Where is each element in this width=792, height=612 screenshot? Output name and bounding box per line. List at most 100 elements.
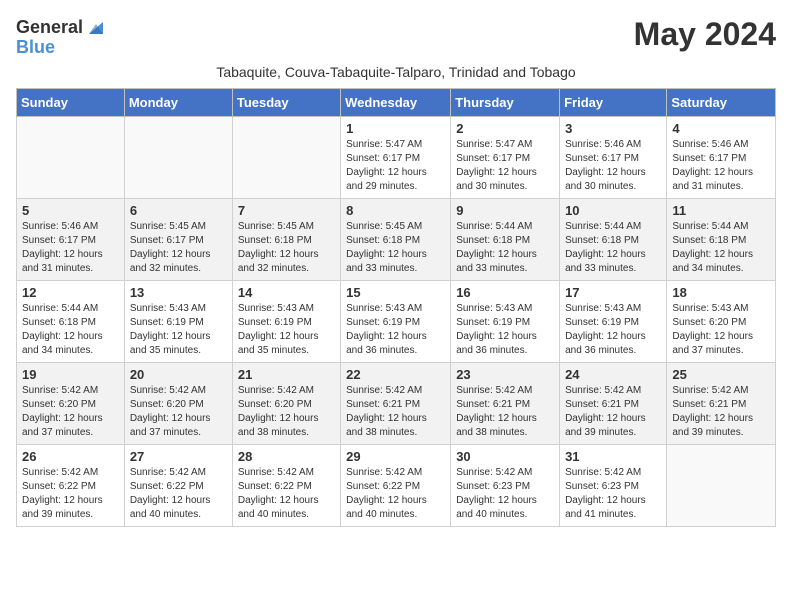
day-number: 18: [672, 285, 770, 300]
calendar-cell: [17, 117, 125, 199]
day-number: 23: [456, 367, 554, 382]
day-number: 16: [456, 285, 554, 300]
day-info: Sunrise: 5:42 AM Sunset: 6:21 PM Dayligh…: [672, 384, 770, 440]
calendar-cell: 25 Sunrise: 5:42 AM Sunset: 6:21 PM Dayli…: [667, 363, 776, 445]
day-info: Sunrise: 5:42 AM Sunset: 6:22 PM Dayligh…: [130, 466, 227, 522]
day-info: Sunrise: 5:42 AM Sunset: 6:21 PM Dayligh…: [346, 384, 445, 440]
day-number: 26: [22, 449, 119, 464]
day-number: 24: [565, 367, 661, 382]
calendar-cell: [232, 117, 340, 199]
day-number: 13: [130, 285, 227, 300]
logo-icon: [85, 16, 107, 38]
day-info: Sunrise: 5:43 AM Sunset: 6:19 PM Dayligh…: [130, 302, 227, 358]
calendar-cell: 29 Sunrise: 5:42 AM Sunset: 6:22 PM Dayli…: [341, 445, 451, 527]
day-info: Sunrise: 5:47 AM Sunset: 6:17 PM Dayligh…: [456, 138, 554, 194]
day-header-wednesday: Wednesday: [341, 89, 451, 117]
day-number: 1: [346, 121, 445, 136]
day-info: Sunrise: 5:43 AM Sunset: 6:20 PM Dayligh…: [672, 302, 770, 358]
day-info: Sunrise: 5:42 AM Sunset: 6:21 PM Dayligh…: [456, 384, 554, 440]
page-header: General Blue May 2024: [16, 16, 776, 58]
day-info: Sunrise: 5:42 AM Sunset: 6:22 PM Dayligh…: [346, 466, 445, 522]
calendar-cell: [667, 445, 776, 527]
calendar-cell: 13 Sunrise: 5:43 AM Sunset: 6:19 PM Dayli…: [124, 281, 232, 363]
day-header-saturday: Saturday: [667, 89, 776, 117]
calendar-cell: 3Sunrise: 5:46 AM Sunset: 6:17 PM Daylig…: [560, 117, 667, 199]
calendar-week-1: 1 Sunrise: 5:47 AM Sunset: 6:17 PM Daylig…: [17, 117, 776, 199]
day-info: Sunrise: 5:42 AM Sunset: 6:20 PM Dayligh…: [22, 384, 119, 440]
day-info: Sunrise: 5:43 AM Sunset: 6:19 PM Dayligh…: [238, 302, 335, 358]
day-number: 10: [565, 203, 661, 218]
calendar-cell: 4 Sunrise: 5:46 AM Sunset: 6:17 PM Daylig…: [667, 117, 776, 199]
day-number: 3: [565, 121, 661, 136]
day-info: Sunrise: 5:42 AM Sunset: 6:23 PM Dayligh…: [565, 466, 661, 522]
day-info: Sunrise: 5:42 AM Sunset: 6:21 PM Dayligh…: [565, 384, 661, 440]
day-number: 4: [672, 121, 770, 136]
calendar-week-2: 5Sunrise: 5:46 AM Sunset: 6:17 PM Daylig…: [17, 199, 776, 281]
day-number: 12: [22, 285, 119, 300]
logo-general: General: [16, 18, 83, 36]
calendar-cell: 30 Sunrise: 5:42 AM Sunset: 6:23 PM Dayli…: [451, 445, 560, 527]
calendar-cell: 8Sunrise: 5:45 AM Sunset: 6:18 PM Daylig…: [341, 199, 451, 281]
calendar-cell: 7Sunrise: 5:45 AM Sunset: 6:18 PM Daylig…: [232, 199, 340, 281]
calendar-cell: 21 Sunrise: 5:42 AM Sunset: 6:20 PM Dayli…: [232, 363, 340, 445]
day-number: 11: [672, 203, 770, 218]
day-info: Sunrise: 5:42 AM Sunset: 6:23 PM Dayligh…: [456, 466, 554, 522]
day-info: Sunrise: 5:43 AM Sunset: 6:19 PM Dayligh…: [565, 302, 661, 358]
day-info: Sunrise: 5:44 AM Sunset: 6:18 PM Dayligh…: [456, 220, 554, 276]
calendar-cell: 14Sunrise: 5:43 AM Sunset: 6:19 PM Dayli…: [232, 281, 340, 363]
day-header-monday: Monday: [124, 89, 232, 117]
calendar-header-row: SundayMondayTuesdayWednesdayThursdayFrid…: [17, 89, 776, 117]
day-number: 21: [238, 367, 335, 382]
calendar-cell: 24 Sunrise: 5:42 AM Sunset: 6:21 PM Dayli…: [560, 363, 667, 445]
day-number: 31: [565, 449, 661, 464]
day-number: 17: [565, 285, 661, 300]
day-info: Sunrise: 5:42 AM Sunset: 6:22 PM Dayligh…: [22, 466, 119, 522]
calendar-cell: 20 Sunrise: 5:42 AM Sunset: 6:20 PM Dayli…: [124, 363, 232, 445]
calendar-cell: 19Sunrise: 5:42 AM Sunset: 6:20 PM Dayli…: [17, 363, 125, 445]
day-info: Sunrise: 5:44 AM Sunset: 6:18 PM Dayligh…: [672, 220, 770, 276]
day-info: Sunrise: 5:43 AM Sunset: 6:19 PM Dayligh…: [346, 302, 445, 358]
calendar-cell: 2 Sunrise: 5:47 AM Sunset: 6:17 PM Daylig…: [451, 117, 560, 199]
day-info: Sunrise: 5:42 AM Sunset: 6:20 PM Dayligh…: [130, 384, 227, 440]
calendar-cell: 27 Sunrise: 5:42 AM Sunset: 6:22 PM Dayli…: [124, 445, 232, 527]
calendar-week-4: 19Sunrise: 5:42 AM Sunset: 6:20 PM Dayli…: [17, 363, 776, 445]
day-number: 20: [130, 367, 227, 382]
day-number: 2: [456, 121, 554, 136]
calendar-cell: [124, 117, 232, 199]
calendar-week-3: 12Sunrise: 5:44 AM Sunset: 6:18 PM Dayli…: [17, 281, 776, 363]
day-number: 25: [672, 367, 770, 382]
day-info: Sunrise: 5:45 AM Sunset: 6:17 PM Dayligh…: [130, 220, 227, 276]
day-number: 30: [456, 449, 554, 464]
day-number: 27: [130, 449, 227, 464]
calendar-cell: 31 Sunrise: 5:42 AM Sunset: 6:23 PM Dayli…: [560, 445, 667, 527]
day-info: Sunrise: 5:46 AM Sunset: 6:17 PM Dayligh…: [22, 220, 119, 276]
calendar-cell: 5Sunrise: 5:46 AM Sunset: 6:17 PM Daylig…: [17, 199, 125, 281]
day-info: Sunrise: 5:42 AM Sunset: 6:22 PM Dayligh…: [238, 466, 335, 522]
day-header-sunday: Sunday: [17, 89, 125, 117]
day-number: 29: [346, 449, 445, 464]
day-info: Sunrise: 5:42 AM Sunset: 6:20 PM Dayligh…: [238, 384, 335, 440]
day-info: Sunrise: 5:47 AM Sunset: 6:17 PM Dayligh…: [346, 138, 445, 194]
calendar-cell: 11 Sunrise: 5:44 AM Sunset: 6:18 PM Dayli…: [667, 199, 776, 281]
day-header-tuesday: Tuesday: [232, 89, 340, 117]
day-header-thursday: Thursday: [451, 89, 560, 117]
day-number: 6: [130, 203, 227, 218]
calendar-cell: 22Sunrise: 5:42 AM Sunset: 6:21 PM Dayli…: [341, 363, 451, 445]
day-info: Sunrise: 5:45 AM Sunset: 6:18 PM Dayligh…: [238, 220, 335, 276]
day-header-friday: Friday: [560, 89, 667, 117]
month-title: May 2024: [634, 16, 776, 53]
calendar-cell: 23 Sunrise: 5:42 AM Sunset: 6:21 PM Dayli…: [451, 363, 560, 445]
calendar-cell: 9Sunrise: 5:44 AM Sunset: 6:18 PM Daylig…: [451, 199, 560, 281]
day-info: Sunrise: 5:46 AM Sunset: 6:17 PM Dayligh…: [672, 138, 770, 194]
logo-blue: Blue: [16, 37, 55, 57]
calendar-cell: 26 Sunrise: 5:42 AM Sunset: 6:22 PM Dayli…: [17, 445, 125, 527]
day-info: Sunrise: 5:44 AM Sunset: 6:18 PM Dayligh…: [565, 220, 661, 276]
calendar-cell: 6 Sunrise: 5:45 AM Sunset: 6:17 PM Daylig…: [124, 199, 232, 281]
day-info: Sunrise: 5:43 AM Sunset: 6:19 PM Dayligh…: [456, 302, 554, 358]
calendar-cell: 17 Sunrise: 5:43 AM Sunset: 6:19 PM Dayli…: [560, 281, 667, 363]
calendar-cell: 16 Sunrise: 5:43 AM Sunset: 6:19 PM Dayli…: [451, 281, 560, 363]
calendar-cell: 10 Sunrise: 5:44 AM Sunset: 6:18 PM Dayli…: [560, 199, 667, 281]
calendar-cell: 18 Sunrise: 5:43 AM Sunset: 6:20 PM Dayli…: [667, 281, 776, 363]
calendar-cell: 1 Sunrise: 5:47 AM Sunset: 6:17 PM Daylig…: [341, 117, 451, 199]
calendar-cell: 15Sunrise: 5:43 AM Sunset: 6:19 PM Dayli…: [341, 281, 451, 363]
